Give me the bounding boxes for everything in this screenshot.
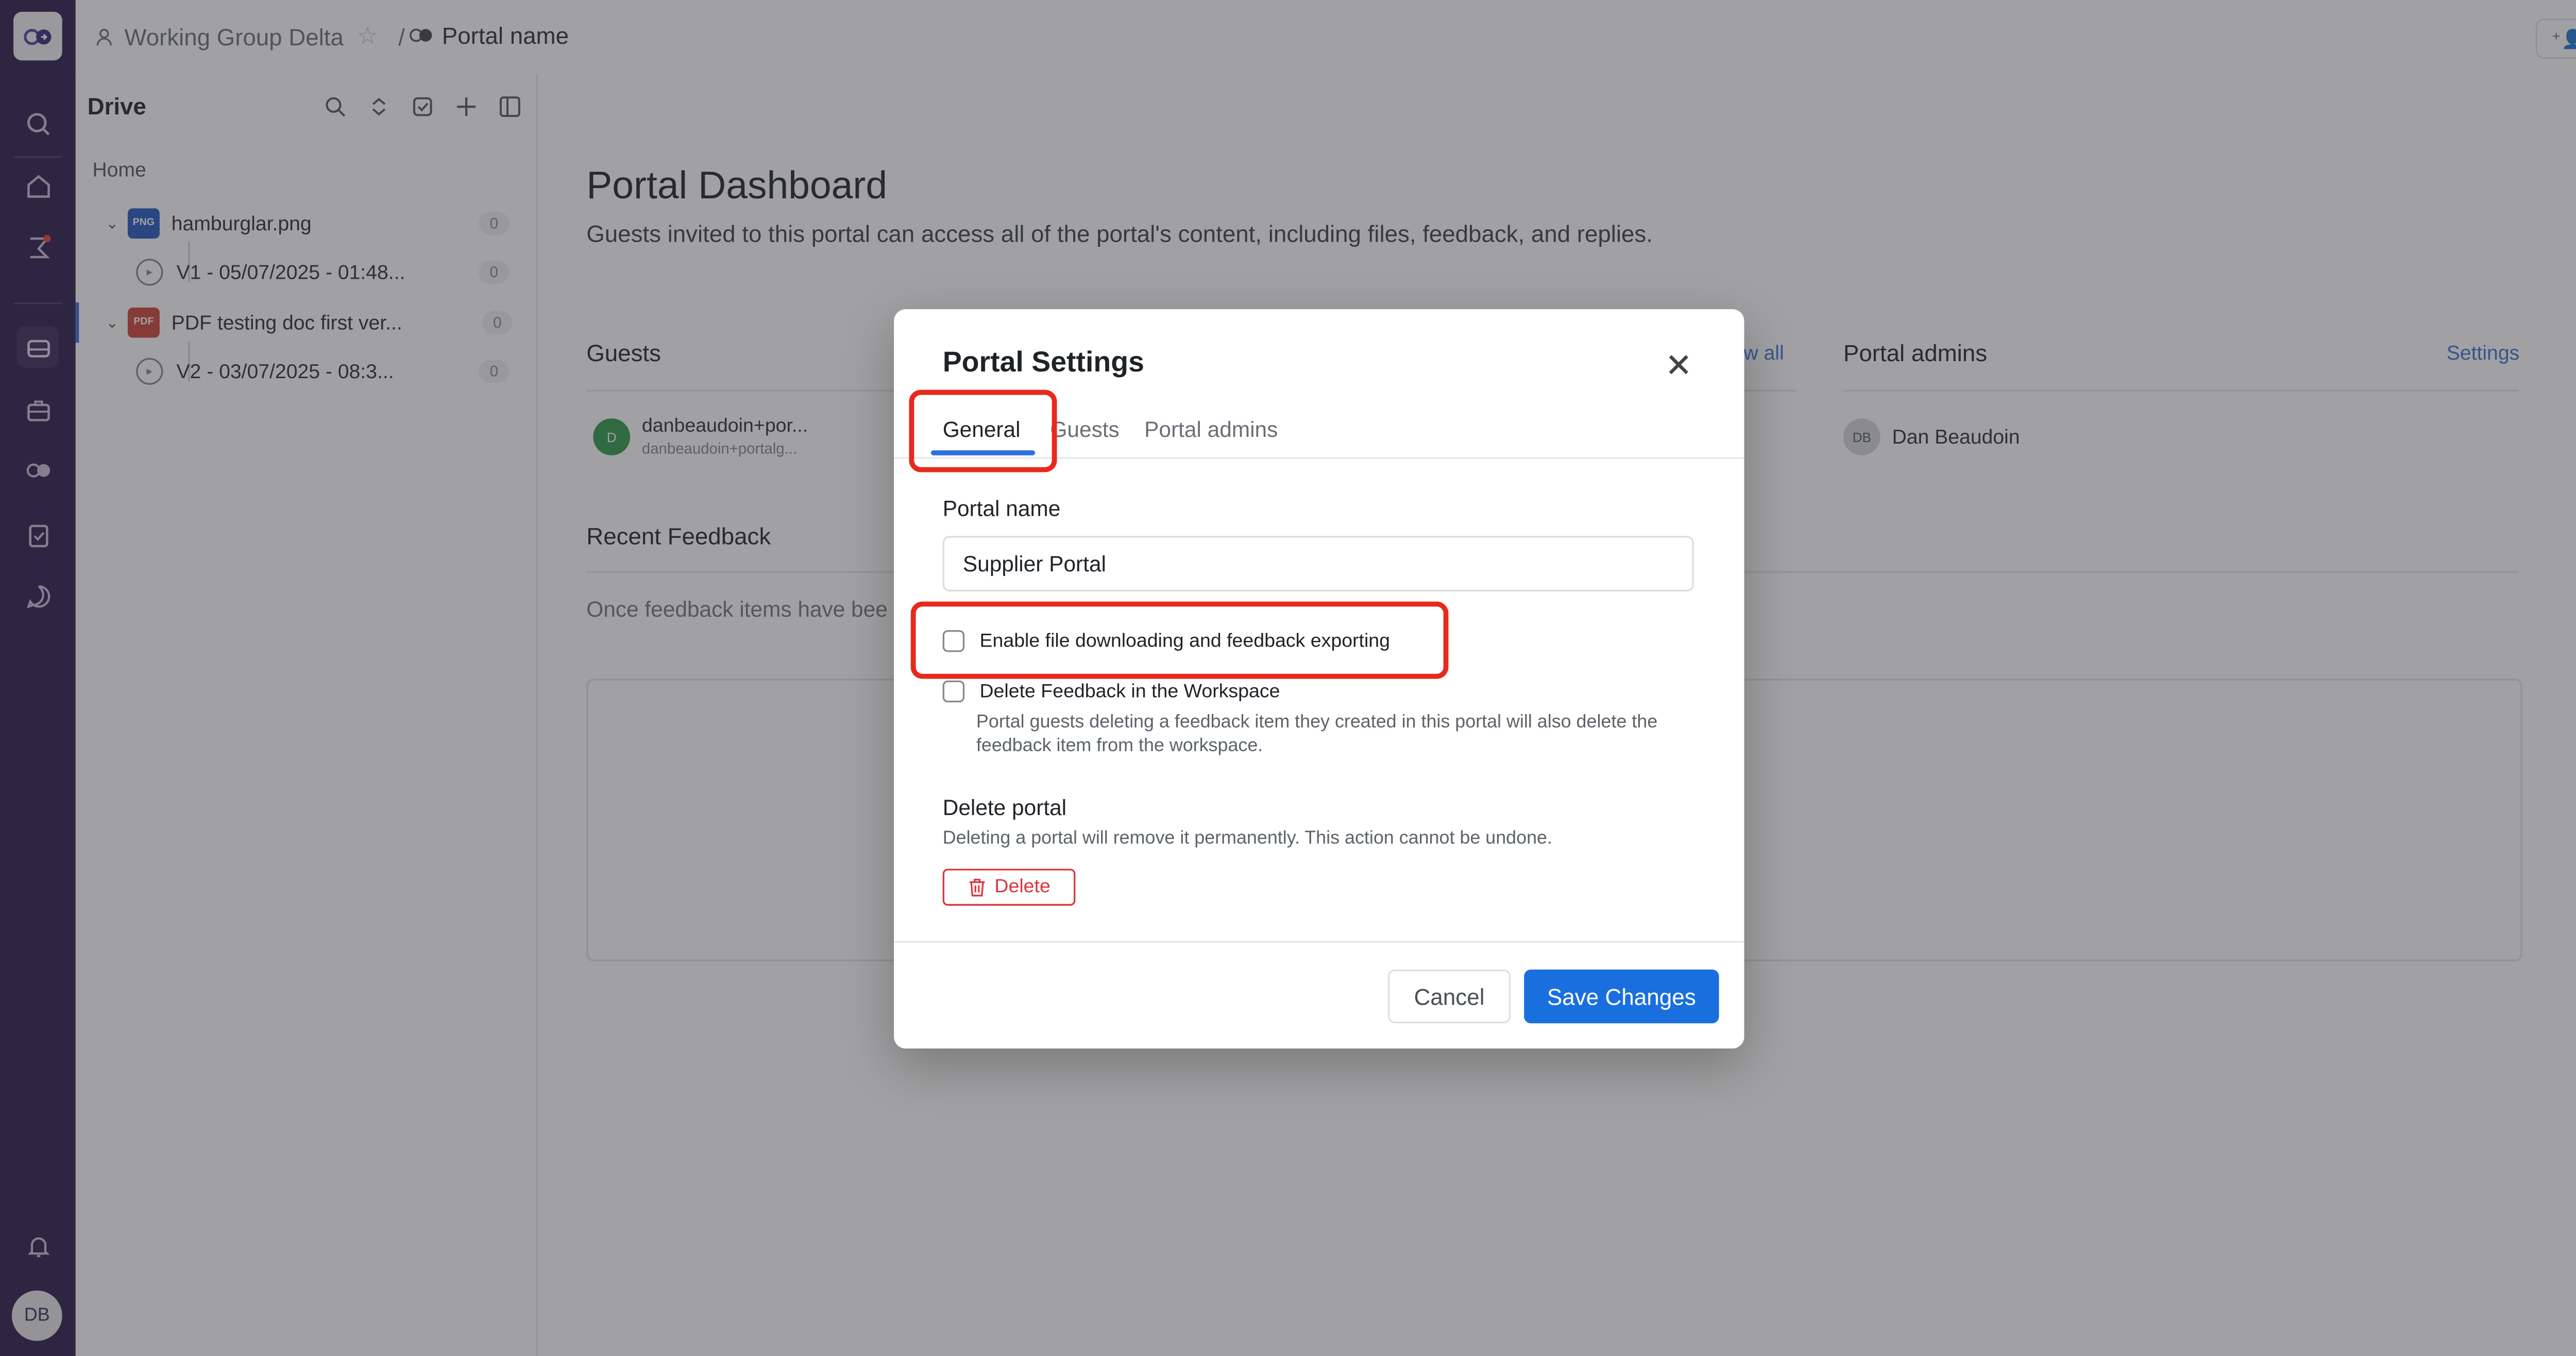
dialog-footer-divider: [894, 941, 1744, 943]
portal-name-label: Portal name: [942, 496, 1061, 521]
close-icon[interactable]: [1664, 349, 1694, 380]
delete-portal-button[interactable]: Delete: [942, 869, 1076, 906]
delete-feedback-option[interactable]: Delete Feedback in the Workspace: [942, 680, 1280, 703]
tab-portal-admins[interactable]: Portal admins: [1144, 417, 1278, 442]
enable-download-option[interactable]: Enable file downloading and feedback exp…: [942, 630, 1390, 652]
save-changes-button[interactable]: Save Changes: [1524, 969, 1719, 1024]
delete-feedback-label[interactable]: Delete Feedback in the Workspace: [979, 682, 1280, 702]
delete-portal-description: Deleting a portal will remove it permane…: [942, 828, 1552, 849]
trash-icon: [969, 878, 985, 897]
delete-button-label: Delete: [994, 877, 1050, 897]
delete-feedback-checkbox[interactable]: [942, 680, 965, 703]
dialog-title: Portal Settings: [942, 346, 1144, 378]
enable-download-checkbox[interactable]: [942, 630, 965, 652]
dialog-tabs: General Guests Portal admins: [894, 406, 1744, 459]
enable-download-label[interactable]: Enable file downloading and feedback exp…: [979, 631, 1390, 651]
delete-feedback-description: Portal guests deleting a feedback item t…: [976, 712, 1658, 756]
portal-settings-dialog: Portal Settings General Guests Portal ad…: [894, 309, 1744, 1049]
active-tab-indicator: [930, 450, 1036, 455]
portal-name-input[interactable]: [942, 536, 1694, 592]
cancel-button[interactable]: Cancel: [1387, 969, 1511, 1024]
tab-guests[interactable]: Guests: [1050, 417, 1119, 442]
delete-portal-title: Delete portal: [942, 794, 1067, 820]
tab-general[interactable]: General: [943, 417, 1021, 442]
